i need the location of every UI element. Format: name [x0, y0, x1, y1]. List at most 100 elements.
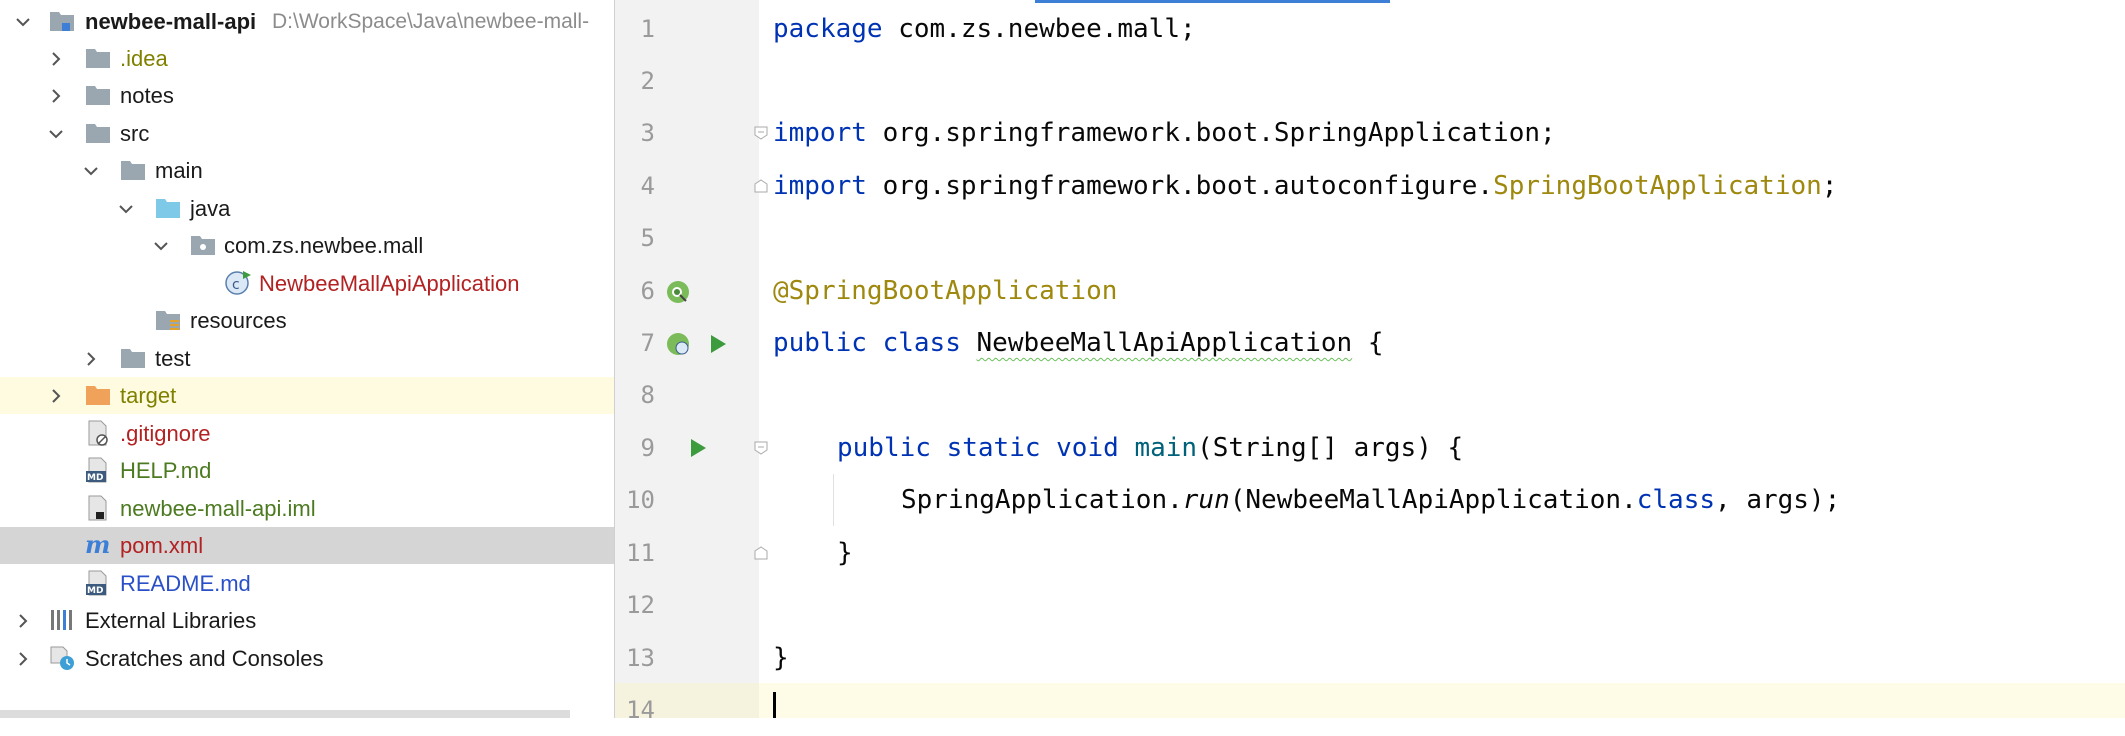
tree-row-java[interactable]: java [0, 190, 614, 227]
tree-root-path: D:\WorkSpace\Java\newbee-mall- [272, 10, 590, 33]
code-text: (String[] args) { [1197, 433, 1464, 463]
tree-row-gitignore[interactable]: .gitignore [0, 415, 614, 452]
chevron-down-icon[interactable] [45, 123, 67, 145]
line-number: 8 [640, 381, 655, 409]
tree-row-external-libraries[interactable]: External Libraries [0, 602, 614, 639]
line-number: 13 [626, 644, 655, 672]
fold-icon[interactable] [753, 125, 769, 141]
run-icon[interactable] [688, 436, 708, 460]
tree-row-resources[interactable]: resources [0, 302, 614, 339]
tree-row-iml[interactable]: newbee-mall-api.iml [0, 490, 614, 527]
method-name: main [1134, 433, 1198, 463]
annotation: @SpringBootApplication [773, 276, 1118, 306]
tree-item-label: target [120, 383, 177, 408]
code-text: } [837, 538, 853, 568]
code-line-10: SpringApplication.run(NewbeeMallApiAppli… [901, 474, 1840, 526]
spring-bean-icon[interactable] [664, 278, 696, 306]
svg-text:m: m [85, 531, 110, 559]
tree-item-label: External Libraries [85, 608, 257, 633]
keyword: public [837, 433, 931, 463]
tree-row-readme[interactable]: MD README.md [0, 565, 614, 602]
fold-icon[interactable] [753, 440, 769, 456]
code-line-13: } [773, 632, 789, 684]
tree-item-label: README.md [120, 571, 251, 596]
folder-icon [121, 349, 145, 368]
code-text: org.springframework.boot.SpringApplicati… [866, 118, 1556, 148]
project-tree: newbee-mall-api D:\WorkSpace\Java\newbee… [0, 0, 614, 718]
scratches-icon [50, 646, 74, 670]
tree-row-scratches[interactable]: Scratches and Consoles [0, 640, 614, 677]
chevron-right-icon[interactable] [45, 85, 67, 107]
code-line-6: @SpringBootApplication [773, 265, 1117, 317]
tree-item-label: newbee-mall-api.iml [120, 496, 316, 521]
iml-file-icon [88, 495, 107, 521]
line-number: 6 [640, 277, 655, 305]
chevron-right-icon[interactable] [12, 610, 34, 632]
line-number: 11 [626, 539, 655, 567]
folder-icon [86, 86, 110, 105]
line-number: 4 [640, 172, 655, 200]
keyword: class [1636, 485, 1716, 515]
source-folder-icon [156, 199, 180, 218]
tree-item-label: test [155, 346, 191, 371]
line-number: 9 [640, 434, 655, 462]
chevron-down-icon[interactable] [115, 198, 137, 220]
tree-row-test[interactable]: test [0, 340, 614, 377]
code-line-1: package com.zs.newbee.mall; [773, 3, 1196, 55]
code-text: , args); [1715, 485, 1841, 515]
chevron-right-icon[interactable] [45, 385, 67, 407]
tree-row-package[interactable]: com.zs.newbee.mall [0, 227, 614, 264]
tree-horizontal-scrollbar[interactable] [0, 710, 570, 718]
tree-item-label: java [190, 196, 231, 221]
gitignore-file-icon [88, 420, 108, 446]
tree-row-src[interactable]: src [0, 115, 614, 152]
tree-item-label: HELP.md [120, 458, 212, 483]
chevron-down-icon[interactable] [12, 11, 34, 33]
line-number: 1 [640, 15, 655, 43]
tree-row-idea[interactable]: .idea [0, 40, 614, 77]
code-line-3: import org.springframework.boot.SpringAp… [773, 107, 1556, 159]
chevron-right-icon[interactable] [45, 48, 67, 70]
excluded-folder-icon [86, 386, 110, 405]
markdown-file-icon: MD [86, 457, 107, 483]
tree-item-label: src [120, 121, 150, 146]
tree-item-label: NewbeeMallApiApplication [259, 271, 520, 296]
keyword: import [773, 171, 867, 201]
text-caret [773, 692, 776, 718]
fold-icon[interactable] [753, 178, 769, 194]
chevron-down-icon[interactable] [150, 235, 172, 257]
code-line-4: import org.springframework.boot.autoconf… [773, 160, 1837, 212]
spring-bean-icon[interactable] [664, 330, 696, 358]
code-text: com.zs.newbee.mall; [882, 14, 1196, 44]
type-name: SpringBootApplication [1493, 171, 1822, 201]
tree-row-target[interactable]: target [0, 377, 614, 414]
tree-item-label: main [155, 158, 203, 183]
tree-row-app-class[interactable]: c NewbeeMallApiApplication [0, 265, 614, 302]
tree-item-label: com.zs.newbee.mall [224, 233, 424, 258]
chevron-right-icon[interactable] [12, 648, 34, 670]
svg-text:MD: MD [87, 473, 103, 483]
tree-item-label: Scratches and Consoles [85, 646, 324, 671]
svg-text:MD: MD [87, 586, 103, 596]
run-icon[interactable] [708, 332, 728, 356]
fold-icon[interactable] [753, 545, 769, 561]
line-number: 7 [640, 329, 655, 357]
line-number: 3 [640, 119, 655, 147]
resources-folder-icon [156, 311, 180, 330]
tree-row-main[interactable]: main [0, 152, 614, 189]
chevron-right-icon[interactable] [80, 348, 102, 370]
maven-file-icon: m [85, 531, 110, 559]
tree-row-notes[interactable]: notes [0, 77, 614, 114]
chevron-down-icon[interactable] [80, 160, 102, 182]
code-text: { [1352, 328, 1384, 358]
tree-item-label: resources [190, 308, 287, 333]
module-folder-icon [50, 12, 74, 31]
tree-row-root[interactable]: newbee-mall-api D:\WorkSpace\Java\newbee… [0, 3, 614, 40]
tree-item-label: pom.xml [120, 533, 204, 558]
folder-icon [121, 161, 145, 180]
folder-icon [86, 49, 110, 68]
code-text: } [773, 643, 789, 673]
tree-row-pom[interactable]: m pom.xml [0, 527, 614, 564]
keyword: class [882, 328, 961, 358]
tree-row-help-md[interactable]: MD HELP.md [0, 452, 614, 489]
